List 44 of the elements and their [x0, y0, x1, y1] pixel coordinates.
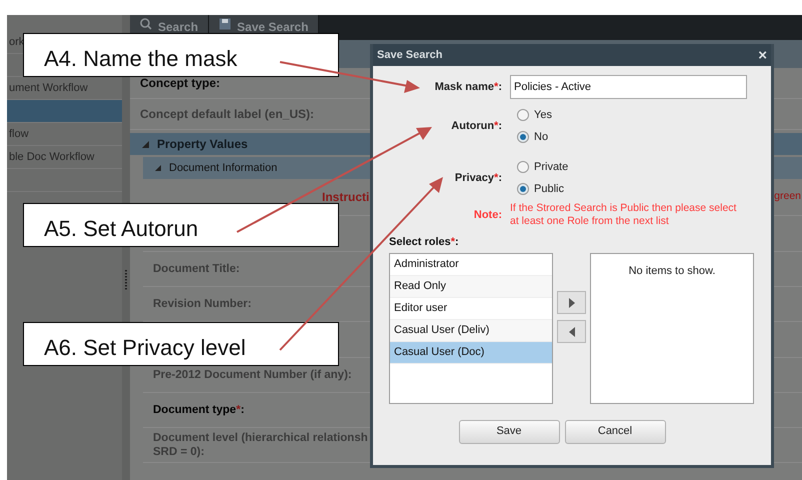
field-label: Document type*:: [153, 403, 244, 417]
field-label: Mask name*:: [434, 80, 502, 95]
callout-text: A6. Set Privacy level: [44, 335, 246, 361]
role-list-item[interactable]: Editor user: [390, 298, 552, 320]
sidebar-item[interactable]: [7, 100, 122, 123]
role-list-item[interactable]: Casual User (Doc): [390, 342, 552, 364]
callout-text: A5. Set Autorun: [44, 216, 198, 242]
radio-button[interactable]: [517, 161, 529, 173]
callout-text: A4. Name the mask: [44, 46, 238, 72]
dialog-title: Save Search: [377, 48, 442, 63]
role-list-item[interactable]: Casual User (Deliv): [390, 320, 552, 342]
radio-button[interactable]: [517, 109, 529, 121]
radio-label: Public: [534, 182, 564, 197]
field-label: Pre-2012 Document Number (if any):: [153, 368, 352, 382]
field-label: Select roles*:: [389, 236, 459, 248]
field-label: Concept default label (en_US):: [140, 106, 314, 123]
field-label: Revision Number:: [153, 297, 252, 311]
radio-label: Yes: [534, 108, 552, 123]
radio-button[interactable]: [517, 183, 529, 195]
collapse-triangle-icon: [142, 140, 149, 148]
field-label: Privacy*:: [454, 170, 502, 186]
field-label: Document Title:: [153, 262, 240, 276]
radio-label: No: [534, 130, 548, 145]
radio-label: Private: [534, 160, 568, 175]
dialog-button[interactable]: Cancel: [564, 420, 666, 444]
note-label: Note:: [474, 208, 502, 223]
role-list-item[interactable]: Read Only: [390, 276, 552, 298]
collapse-triangle-icon: [155, 165, 161, 171]
close-button[interactable]: ×: [758, 48, 767, 62]
field-label: Concept type:: [140, 75, 220, 92]
right-triangle-icon: [568, 298, 574, 308]
dialog-button[interactable]: Save: [458, 420, 560, 444]
search-icon: [140, 18, 152, 30]
move-left-button[interactable]: [557, 320, 586, 343]
note-text: If the Strored Search is Public then please select at least one Role from the next list: [510, 202, 738, 228]
empty-list-text: No items to show.: [628, 264, 716, 278]
instruction-text: Instructi: [322, 189, 370, 206]
field-label: Autorun*:: [451, 118, 502, 134]
field-label: Document level (hierarchical relationsh SRD = 0):: [153, 431, 368, 459]
radio-button[interactable]: [517, 131, 529, 143]
left-triangle-icon: [568, 326, 574, 336]
instruction-text: green: [774, 189, 801, 204]
mask-name-field[interactable]: Policies - Active: [510, 75, 747, 99]
move-right-button[interactable]: [557, 291, 586, 314]
